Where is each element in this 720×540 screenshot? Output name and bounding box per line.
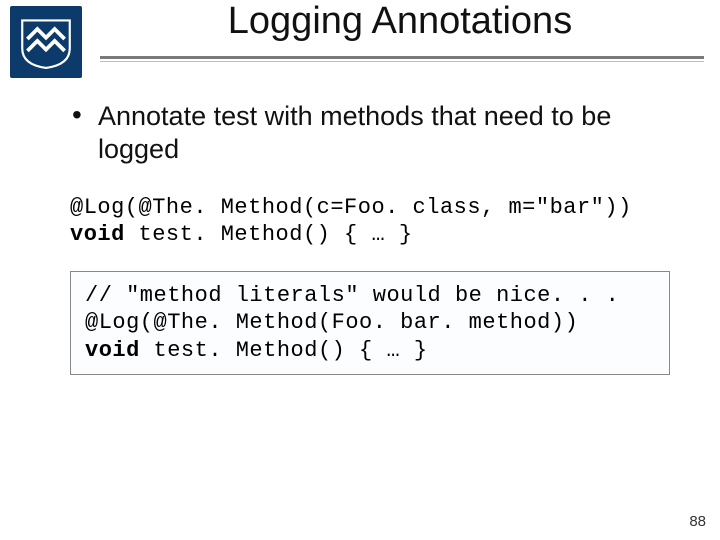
code-text: test. Method() { … } — [125, 222, 413, 247]
title-divider — [100, 56, 704, 59]
keyword: void — [70, 222, 125, 247]
logo-shield-icon — [10, 6, 82, 78]
code-line: @Log(@The. Method(c=Foo. class, m="bar")… — [70, 194, 670, 222]
code-line: void test. Method() { … } — [85, 337, 655, 365]
slide-body: Annotate test with methods that need to … — [70, 100, 670, 375]
code-box: // "method literals" would be nice. . . … — [70, 271, 670, 376]
slide-title: Logging Annotations — [100, 0, 700, 43]
code-text: test. Method() { … } — [140, 338, 428, 363]
bullet-text: Annotate test with methods that need to … — [70, 100, 670, 166]
page-number: 88 — [689, 513, 706, 530]
title-divider-light — [100, 61, 704, 62]
code-block-1: @Log(@The. Method(c=Foo. class, m="bar")… — [70, 194, 670, 249]
code-block-2: // "method literals" would be nice. . . … — [85, 282, 655, 365]
code-line: // "method literals" would be nice. . . — [85, 282, 655, 310]
keyword: void — [85, 338, 140, 363]
slide: Logging Annotations Annotate test with m… — [0, 0, 720, 540]
code-line: @Log(@The. Method(Foo. bar. method)) — [85, 309, 655, 337]
code-line: void test. Method() { … } — [70, 221, 670, 249]
